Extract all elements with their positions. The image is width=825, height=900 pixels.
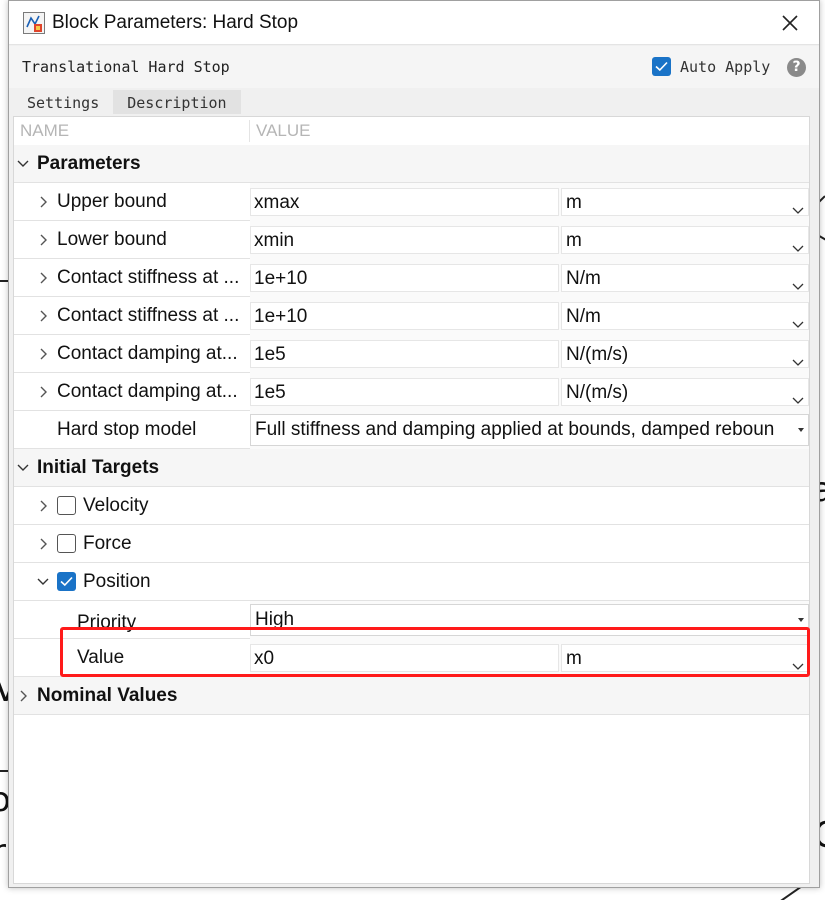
auto-apply-toggle[interactable]: Auto Apply bbox=[652, 57, 770, 76]
section-nominal-values[interactable]: Nominal Values bbox=[14, 677, 809, 715]
param-label: Hard stop model bbox=[57, 419, 197, 440]
unit-value: N/(m/s) bbox=[566, 382, 629, 403]
chevron-right-icon[interactable] bbox=[37, 537, 49, 551]
param-row-upper-bound: Upper bound xmax m bbox=[14, 183, 809, 221]
velocity-checkbox[interactable] bbox=[57, 496, 76, 515]
close-button[interactable] bbox=[777, 10, 803, 36]
unit-value: N/(m/s) bbox=[566, 344, 629, 365]
unit-value: N/m bbox=[566, 268, 601, 289]
dropdown-value: Full stiffness and damping applied at bo… bbox=[255, 419, 775, 440]
checkbox-checked-icon[interactable] bbox=[652, 57, 671, 76]
dropdown-arrow-icon[interactable] bbox=[792, 349, 804, 366]
dropdown-arrow-icon[interactable] bbox=[792, 273, 804, 290]
tab-settings[interactable]: Settings bbox=[13, 90, 114, 114]
value-cell: 1e5 N/(m/s) bbox=[250, 373, 809, 411]
value-input[interactable]: 1e+10 bbox=[250, 302, 559, 330]
force-checkbox[interactable] bbox=[57, 534, 76, 553]
param-label: Lower bound bbox=[57, 229, 167, 250]
value-cell: 1e+10 N/m bbox=[250, 297, 809, 335]
unit-dropdown[interactable]: N/(m/s) bbox=[561, 340, 809, 368]
param-row-contact-stiffness-upper: Contact stiffness at ... 1e+10 N/m bbox=[14, 259, 809, 297]
value-input[interactable]: 1e+10 bbox=[250, 264, 559, 292]
param-label: Position bbox=[83, 571, 151, 592]
chevron-right-icon[interactable] bbox=[37, 195, 49, 209]
value-input[interactable]: xmax bbox=[250, 188, 559, 216]
chevron-right-icon[interactable] bbox=[37, 309, 49, 323]
help-icon[interactable]: ? bbox=[787, 58, 806, 77]
chevron-right-icon[interactable] bbox=[37, 499, 49, 513]
checkbox-checked-icon bbox=[60, 576, 73, 587]
param-label: Velocity bbox=[83, 495, 149, 516]
tab-description[interactable]: Description bbox=[113, 90, 241, 114]
window-title: Block Parameters: Hard Stop bbox=[52, 12, 299, 33]
param-label: Contact stiffness at ... bbox=[57, 305, 240, 326]
param-label: Force bbox=[83, 533, 132, 554]
param-row-hard-stop-model: Hard stop model Full stiffness and dampi… bbox=[14, 411, 809, 449]
value-cell: 1e+10 N/m bbox=[250, 259, 809, 297]
target-row-position: Position bbox=[14, 563, 809, 601]
section-label: Parameters bbox=[37, 153, 141, 174]
auto-apply-label: Auto Apply bbox=[680, 57, 771, 76]
param-row-contact-damping-lower: Contact damping at... 1e5 N/(m/s) bbox=[14, 373, 809, 411]
position-checkbox[interactable] bbox=[57, 572, 76, 591]
dropdown-arrow-icon[interactable] bbox=[792, 311, 804, 328]
dropdown-arrow-icon[interactable] bbox=[798, 618, 804, 622]
block-type-name: Translational Hard Stop bbox=[22, 58, 230, 76]
column-divider bbox=[249, 120, 250, 142]
unit-dropdown[interactable]: N/m bbox=[561, 264, 809, 292]
value-input[interactable]: 1e5 bbox=[250, 378, 559, 406]
chevron-right-icon[interactable] bbox=[37, 233, 49, 247]
block-parameters-dialog: Block Parameters: Hard Stop Translationa… bbox=[8, 0, 820, 888]
unit-value: m bbox=[566, 192, 582, 213]
dropdown-arrow-icon[interactable] bbox=[792, 235, 804, 252]
chevron-down-icon[interactable] bbox=[17, 157, 29, 171]
canvas-fragment: r bbox=[0, 832, 6, 872]
value-input[interactable]: 1e5 bbox=[250, 340, 559, 368]
unit-dropdown[interactable]: N/(m/s) bbox=[561, 378, 809, 406]
unit-value: N/m bbox=[566, 306, 601, 327]
param-label: Upper bound bbox=[57, 191, 167, 212]
hard-stop-model-dropdown[interactable]: Full stiffness and damping applied at bo… bbox=[250, 414, 809, 446]
chevron-down-icon[interactable] bbox=[17, 461, 29, 475]
target-row-velocity: Velocity bbox=[14, 487, 809, 525]
param-row-lower-bound: Lower bound xmin m bbox=[14, 221, 809, 259]
annotation-highlight-box bbox=[60, 627, 810, 677]
param-row-contact-stiffness-lower: Contact stiffness at ... 1e+10 N/m bbox=[14, 297, 809, 335]
unit-value: m bbox=[566, 230, 582, 251]
tab-bar: Settings Description bbox=[13, 90, 241, 114]
property-table: NAME VALUE Parameters Upper bound xmax m bbox=[13, 116, 810, 884]
param-label: Contact damping at... bbox=[57, 381, 238, 402]
section-label: Nominal Values bbox=[37, 685, 178, 706]
block-header: Translational Hard Stop Auto Apply ? bbox=[9, 46, 819, 88]
close-icon[interactable] bbox=[777, 10, 803, 36]
target-row-force: Force bbox=[14, 525, 809, 563]
section-parameters[interactable]: Parameters bbox=[14, 145, 809, 183]
value-input[interactable]: xmin bbox=[250, 226, 559, 254]
value-cell: 1e5 N/(m/s) bbox=[250, 335, 809, 373]
dropdown-arrow-icon[interactable] bbox=[792, 387, 804, 404]
param-label: Contact stiffness at ... bbox=[57, 267, 240, 288]
value-cell: Full stiffness and damping applied at bo… bbox=[250, 411, 809, 449]
column-header-name: NAME bbox=[20, 121, 70, 140]
section-initial-targets[interactable]: Initial Targets bbox=[14, 449, 809, 487]
unit-dropdown[interactable]: N/m bbox=[561, 302, 809, 330]
value-cell: xmin m bbox=[250, 221, 809, 259]
chevron-right-icon[interactable] bbox=[37, 385, 49, 399]
unit-dropdown[interactable]: m bbox=[561, 188, 809, 216]
dropdown-arrow-icon[interactable] bbox=[798, 428, 804, 432]
param-row-contact-damping-upper: Contact damping at... 1e5 N/(m/s) bbox=[14, 335, 809, 373]
chevron-right-icon[interactable] bbox=[17, 689, 29, 703]
title-bar[interactable]: Block Parameters: Hard Stop bbox=[9, 1, 819, 45]
param-label: Contact damping at... bbox=[57, 343, 238, 364]
chevron-right-icon[interactable] bbox=[37, 347, 49, 361]
chevron-down-icon[interactable] bbox=[37, 575, 49, 589]
simulink-block-icon bbox=[23, 12, 45, 34]
section-label: Initial Targets bbox=[37, 457, 160, 478]
unit-dropdown[interactable]: m bbox=[561, 226, 809, 254]
dropdown-arrow-icon[interactable] bbox=[792, 197, 804, 214]
value-cell: xmax m bbox=[250, 183, 809, 221]
chevron-right-icon[interactable] bbox=[37, 271, 49, 285]
column-header-value: VALUE bbox=[256, 121, 311, 140]
